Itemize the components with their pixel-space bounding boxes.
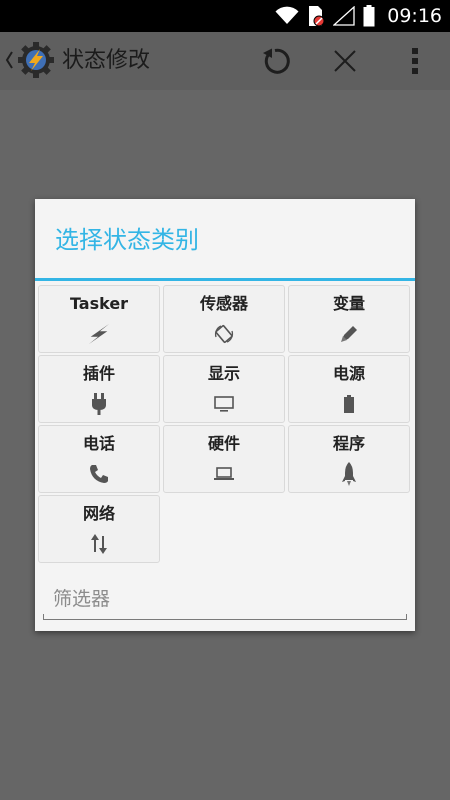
- category-sensor[interactable]: 传感器: [163, 285, 285, 353]
- category-label: 电话: [82, 434, 115, 453]
- filter-input[interactable]: [43, 581, 407, 617]
- action-bar: 状态修改: [0, 32, 450, 90]
- overflow-menu-button[interactable]: [397, 43, 433, 79]
- status-bar: 09:16: [0, 0, 450, 32]
- wifi-icon: [275, 6, 299, 26]
- plug-icon: [87, 392, 111, 416]
- rotate-icon: [212, 322, 236, 346]
- category-label: 插件: [82, 364, 115, 383]
- category-tasker[interactable]: Tasker: [38, 285, 160, 353]
- category-hardware[interactable]: 硬件: [163, 425, 285, 493]
- bolt-icon: [87, 322, 111, 346]
- pencil-icon: [337, 322, 361, 346]
- monitor-icon: [212, 392, 236, 416]
- refresh-icon: [260, 46, 290, 76]
- category-label: 硬件: [207, 434, 240, 453]
- close-icon: [333, 49, 357, 73]
- category-phone[interactable]: 电话: [38, 425, 160, 493]
- battery-icon: [363, 5, 375, 27]
- category-label: 程序: [332, 434, 365, 453]
- filter-field: [43, 581, 407, 621]
- status-time: 09:16: [387, 5, 442, 27]
- rocket-icon: [337, 462, 361, 486]
- sim-card-blocked-icon: [307, 5, 325, 27]
- status-icons: 09:16: [275, 0, 442, 32]
- more-vert-icon: [411, 47, 419, 75]
- category-label: 电源: [332, 364, 365, 383]
- data-transfer-icon: [87, 532, 111, 556]
- category-label: 网络: [82, 504, 115, 523]
- page-title: 状态修改: [62, 48, 151, 73]
- category-label: 传感器: [199, 294, 248, 313]
- category-app[interactable]: 程序: [288, 425, 410, 493]
- category-variable[interactable]: 变量: [288, 285, 410, 353]
- no-signal-icon: [333, 6, 355, 26]
- select-state-category-dialog: 选择状态类别 Tasker 传感器 变量 插件 显示 电源 电话 硬件 程序 网…: [35, 199, 415, 631]
- filter-underline-right-tick: [406, 614, 407, 620]
- tasker-gear-icon[interactable]: [16, 40, 56, 80]
- category-label: 显示: [207, 364, 240, 383]
- phone-icon: [87, 462, 111, 486]
- revert-button[interactable]: [257, 43, 293, 79]
- category-plugin[interactable]: 插件: [38, 355, 160, 423]
- laptop-icon: [212, 462, 236, 486]
- battery-icon: [337, 392, 361, 416]
- category-display[interactable]: 显示: [163, 355, 285, 423]
- category-label: Tasker: [69, 294, 129, 313]
- dialog-title-divider: [35, 278, 415, 281]
- up-navigation-icon[interactable]: [4, 49, 14, 71]
- category-network[interactable]: 网络: [38, 495, 160, 563]
- dialog-title: 选择状态类别: [55, 226, 199, 254]
- category-label: 变量: [332, 294, 365, 313]
- category-power[interactable]: 电源: [288, 355, 410, 423]
- close-button[interactable]: [327, 43, 363, 79]
- filter-underline: [43, 619, 407, 620]
